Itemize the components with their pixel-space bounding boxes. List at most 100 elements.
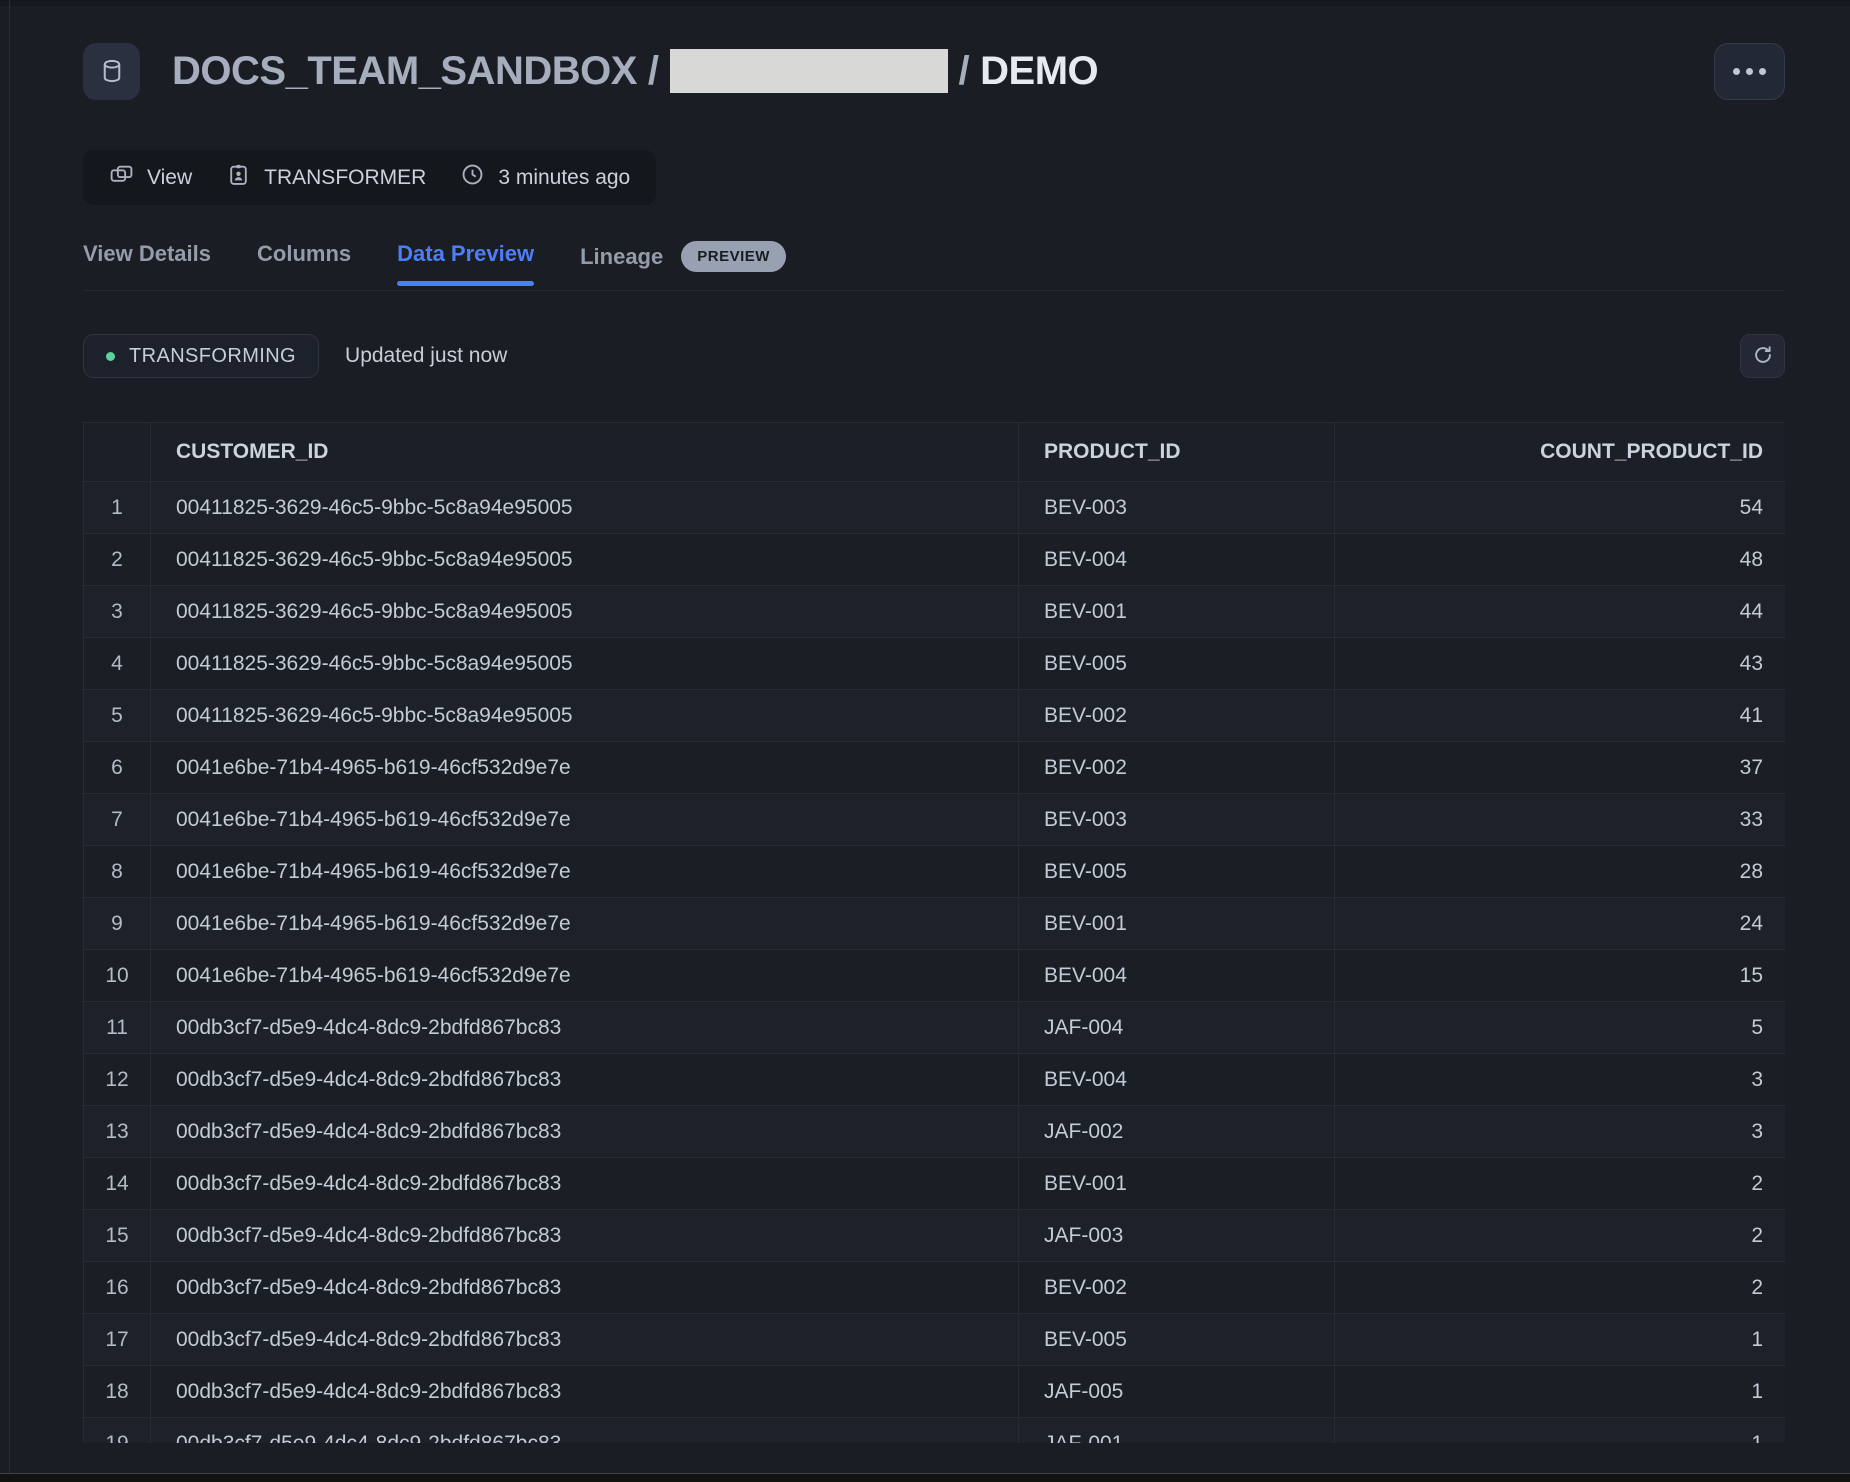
- row-number-cell: 8: [84, 846, 151, 898]
- product-id-cell: BEV-001: [1019, 898, 1335, 950]
- product-id-cell: BEV-002: [1019, 742, 1335, 794]
- table-row: 3 00411825-3629-46c5-9bbc-5c8a94e95005 B…: [84, 586, 1786, 638]
- customer-id-cell: 0041e6be-71b4-4965-b619-46cf532d9e7e: [151, 742, 1019, 794]
- data-preview-table-container: CUSTOMER_ID PRODUCT_ID COUNT_PRODUCT_ID …: [83, 422, 1785, 1443]
- product-id-cell: JAF-002: [1019, 1106, 1335, 1158]
- tab-columns[interactable]: Columns: [257, 241, 351, 285]
- more-actions-button[interactable]: [1714, 43, 1785, 100]
- count-cell: 37: [1335, 742, 1786, 794]
- product-id-cell: BEV-003: [1019, 794, 1335, 846]
- tab-label: View Details: [83, 241, 211, 267]
- row-number-cell: 17: [84, 1314, 151, 1366]
- row-number-cell: 3: [84, 586, 151, 638]
- status-dot-icon: [106, 352, 115, 361]
- product-id-cell: JAF-004: [1019, 1002, 1335, 1054]
- table-row: 8 0041e6be-71b4-4965-b619-46cf532d9e7e B…: [84, 846, 1786, 898]
- product-id-cell: JAF-003: [1019, 1210, 1335, 1262]
- column-header-product-id[interactable]: PRODUCT_ID: [1019, 423, 1335, 482]
- data-preview-table: CUSTOMER_ID PRODUCT_ID COUNT_PRODUCT_ID …: [83, 422, 1785, 1443]
- table-row: 13 00db3cf7-d5e9-4dc4-8dc9-2bdfd867bc83 …: [84, 1106, 1786, 1158]
- count-cell: 24: [1335, 898, 1786, 950]
- column-header-customer-id[interactable]: CUSTOMER_ID: [151, 423, 1019, 482]
- title-row: DOCS_TEAM_SANDBOX / / DEMO: [83, 42, 1785, 100]
- column-header-count-product-id[interactable]: COUNT_PRODUCT_ID: [1335, 423, 1786, 482]
- tab-label: Data Preview: [397, 241, 534, 267]
- breadcrumb-separator: /: [648, 49, 659, 94]
- product-id-cell: BEV-001: [1019, 586, 1335, 638]
- tab-preview-badge: PREVIEW: [681, 241, 786, 272]
- status-label: TRANSFORMING: [129, 345, 296, 368]
- customer-id-cell: 00db3cf7-d5e9-4dc4-8dc9-2bdfd867bc83: [151, 1418, 1019, 1444]
- table-row: 17 00db3cf7-d5e9-4dc4-8dc9-2bdfd867bc83 …: [84, 1314, 1786, 1366]
- table-row: 18 00db3cf7-d5e9-4dc4-8dc9-2bdfd867bc83 …: [84, 1366, 1786, 1418]
- table-row: 15 00db3cf7-d5e9-4dc4-8dc9-2bdfd867bc83 …: [84, 1210, 1786, 1262]
- row-number-header: [84, 423, 151, 482]
- product-id-cell: JAF-005: [1019, 1366, 1335, 1418]
- table-row: 12 00db3cf7-d5e9-4dc4-8dc9-2bdfd867bc83 …: [84, 1054, 1786, 1106]
- product-id-cell: BEV-004: [1019, 534, 1335, 586]
- customer-id-cell: 00db3cf7-d5e9-4dc4-8dc9-2bdfd867bc83: [151, 1158, 1019, 1210]
- count-cell: 1: [1335, 1418, 1786, 1444]
- row-number-cell: 11: [84, 1002, 151, 1054]
- window-bottom-edge: [0, 1473, 1850, 1482]
- count-cell: 3: [1335, 1054, 1786, 1106]
- count-cell: 1: [1335, 1314, 1786, 1366]
- count-cell: 28: [1335, 846, 1786, 898]
- tab-lineage[interactable]: Lineage PREVIEW: [580, 241, 786, 290]
- role-chip: TRANSFORMER: [226, 162, 426, 193]
- tab-data-preview[interactable]: Data Preview: [397, 241, 534, 285]
- product-id-cell: BEV-004: [1019, 950, 1335, 1002]
- breadcrumb-separator: /: [959, 49, 970, 94]
- last-modified-chip: 3 minutes ago: [460, 162, 630, 193]
- row-number-cell: 19: [84, 1418, 151, 1444]
- count-cell: 44: [1335, 586, 1786, 638]
- masked-schema-name: [670, 49, 948, 93]
- row-number-cell: 9: [84, 898, 151, 950]
- ellipsis-icon: [1733, 68, 1740, 75]
- customer-id-cell: 00db3cf7-d5e9-4dc4-8dc9-2bdfd867bc83: [151, 1262, 1019, 1314]
- table-row: 14 00db3cf7-d5e9-4dc4-8dc9-2bdfd867bc83 …: [84, 1158, 1786, 1210]
- customer-id-cell: 00db3cf7-d5e9-4dc4-8dc9-2bdfd867bc83: [151, 1002, 1019, 1054]
- table-row: 5 00411825-3629-46c5-9bbc-5c8a94e95005 B…: [84, 690, 1786, 742]
- breadcrumb-database[interactable]: DOCS_TEAM_SANDBOX: [172, 49, 637, 94]
- table-row: 7 0041e6be-71b4-4965-b619-46cf532d9e7e B…: [84, 794, 1786, 846]
- tab-label: Columns: [257, 241, 351, 267]
- product-id-cell: BEV-005: [1019, 638, 1335, 690]
- count-cell: 3: [1335, 1106, 1786, 1158]
- count-cell: 1: [1335, 1366, 1786, 1418]
- object-meta-bar: View TRANSFORMER 3 minutes ago: [83, 150, 656, 205]
- table-row: 4 00411825-3629-46c5-9bbc-5c8a94e95005 B…: [84, 638, 1786, 690]
- count-cell: 15: [1335, 950, 1786, 1002]
- table-row: 11 00db3cf7-d5e9-4dc4-8dc9-2bdfd867bc83 …: [84, 1002, 1786, 1054]
- table-row: 16 00db3cf7-d5e9-4dc4-8dc9-2bdfd867bc83 …: [84, 1262, 1786, 1314]
- row-number-cell: 7: [84, 794, 151, 846]
- row-number-cell: 14: [84, 1158, 151, 1210]
- product-id-cell: BEV-002: [1019, 1262, 1335, 1314]
- row-number-cell: 1: [84, 482, 151, 534]
- page-title: DOCS_TEAM_SANDBOX / / DEMO: [172, 49, 1098, 94]
- refresh-icon: [1751, 343, 1775, 370]
- count-cell: 2: [1335, 1262, 1786, 1314]
- tab-view-details[interactable]: View Details: [83, 241, 211, 285]
- breadcrumb-object: DEMO: [980, 49, 1098, 94]
- tab-label: Lineage: [580, 244, 663, 270]
- layers-icon: [109, 162, 134, 193]
- customer-id-cell: 00db3cf7-d5e9-4dc4-8dc9-2bdfd867bc83: [151, 1106, 1019, 1158]
- row-number-cell: 13: [84, 1106, 151, 1158]
- refresh-button[interactable]: [1740, 334, 1785, 378]
- count-cell: 5: [1335, 1002, 1786, 1054]
- row-number-cell: 10: [84, 950, 151, 1002]
- table-row: 19 00db3cf7-d5e9-4dc4-8dc9-2bdfd867bc83 …: [84, 1418, 1786, 1444]
- count-cell: 2: [1335, 1210, 1786, 1262]
- row-number-cell: 16: [84, 1262, 151, 1314]
- product-id-cell: BEV-003: [1019, 482, 1335, 534]
- row-number-cell: 4: [84, 638, 151, 690]
- table-row: 6 0041e6be-71b4-4965-b619-46cf532d9e7e B…: [84, 742, 1786, 794]
- window-left-edge: [9, 0, 10, 1482]
- table-row: 2 00411825-3629-46c5-9bbc-5c8a94e95005 B…: [84, 534, 1786, 586]
- count-cell: 48: [1335, 534, 1786, 586]
- table-row: 1 00411825-3629-46c5-9bbc-5c8a94e95005 B…: [84, 482, 1786, 534]
- table-row: 9 0041e6be-71b4-4965-b619-46cf532d9e7e B…: [84, 898, 1786, 950]
- object-detail-page: DOCS_TEAM_SANDBOX / / DEMO View: [83, 0, 1785, 1443]
- row-number-cell: 6: [84, 742, 151, 794]
